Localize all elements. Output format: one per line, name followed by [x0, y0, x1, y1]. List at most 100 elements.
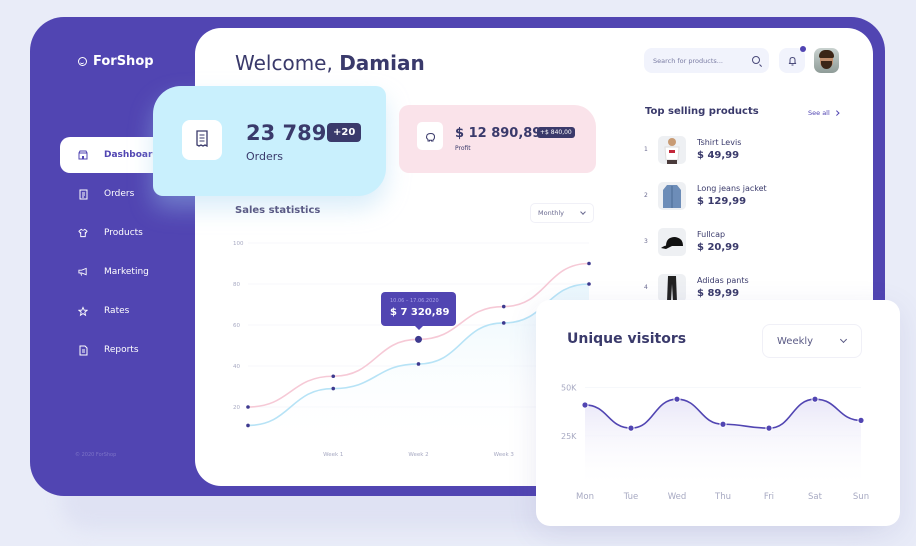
y-tick-label: 50K: [561, 384, 577, 393]
y-tick-label: 60: [233, 323, 240, 329]
data-point: [858, 417, 864, 423]
data-point: [582, 402, 588, 408]
profit-value: $ 12 890,89: [455, 126, 542, 141]
app-name: ForShop: [93, 54, 154, 69]
sales-period-value: Monthly: [538, 209, 565, 217]
notification-dot: [800, 46, 806, 52]
tooltip-value: $ 7 320,89: [390, 307, 450, 318]
copyright-text: © 2020 ForShop: [75, 452, 117, 458]
sidebar-item-marketing[interactable]: Marketing: [60, 254, 210, 290]
x-tick-label: Mon: [576, 492, 594, 502]
sales-chart-tooltip: 10.06 – 17.06.2020 $ 7 320,89: [381, 292, 456, 330]
visitors-chart: 50K 25K Mon Tue Wed Thu Fri Sat Sun: [561, 384, 869, 502]
visitors-period-value: Weekly: [777, 335, 814, 347]
welcome-prefix: Welcome,: [235, 51, 333, 75]
product-thumbnail-jacket: [658, 182, 686, 210]
search-icon[interactable]: [752, 56, 760, 64]
product-item[interactable]: 4 Adidas pants $ 89,99: [644, 272, 844, 300]
data-point: [416, 362, 421, 366]
profit-icon-box: [417, 122, 443, 150]
orders-label: Orders: [246, 150, 283, 163]
piggy-bank-icon: [425, 127, 436, 146]
sidebar-item-rates[interactable]: Rates: [60, 293, 210, 329]
megaphone-icon: [78, 267, 88, 278]
smile-logo-icon: [78, 57, 87, 66]
orders-icon-box: [182, 120, 222, 160]
product-item[interactable]: 1 Tshirt Levis $ 49,99: [644, 134, 844, 168]
y-tick-label: 100: [233, 241, 244, 247]
receipt-icon: [195, 129, 209, 151]
product-name: Fullcap: [697, 230, 726, 239]
y-tick-label: 80: [233, 282, 240, 288]
data-point: [501, 321, 506, 325]
sidebar-item-label: Orders: [104, 189, 135, 199]
product-name: Long jeans jacket: [697, 184, 767, 193]
x-tick-label: Fri: [764, 492, 774, 502]
search-input[interactable]: Search for products...: [644, 48, 769, 73]
data-point: [501, 304, 506, 309]
chevron-down-icon: [839, 335, 848, 344]
tshirt-icon: [78, 228, 88, 239]
avatar[interactable]: [814, 48, 839, 73]
x-tick-label: Week 1: [323, 452, 343, 458]
y-tick-label: 20: [233, 405, 240, 411]
profit-badge: +$ 840,00: [537, 127, 575, 138]
product-item[interactable]: 3 Fullcap $ 20,99: [644, 226, 844, 260]
sidebar-item-label: Products: [104, 228, 143, 238]
product-price: $ 129,99: [697, 196, 747, 207]
product-thumbnail-tshirt: [658, 136, 686, 164]
search-placeholder: Search for products...: [653, 56, 723, 65]
x-tick-label: Tue: [623, 492, 639, 502]
page-title: Welcome, Damian: [235, 51, 425, 75]
sidebar-item-products[interactable]: Products: [60, 215, 210, 251]
data-point: [674, 396, 680, 402]
sidebar-item-label: Reports: [104, 345, 139, 355]
x-tick-label: Week 2: [408, 452, 428, 458]
app-logo[interactable]: ForShop: [78, 54, 154, 69]
data-point: [766, 425, 772, 431]
data-point: [587, 282, 591, 286]
product-price: $ 89,99: [697, 288, 740, 299]
product-rank: 4: [644, 284, 648, 291]
product-price: $ 49,99: [697, 150, 740, 161]
store-icon: [78, 150, 88, 161]
x-tick-label: Sun: [853, 492, 869, 502]
product-rank: 1: [644, 146, 648, 153]
sidebar-item-label: Dashboard: [104, 150, 159, 160]
sales-statistics-title: Sales statistics: [235, 205, 321, 216]
y-tick-label: 25K: [561, 432, 577, 441]
data-point: [415, 335, 422, 343]
x-tick-label: Thu: [714, 492, 731, 502]
orders-value: 23 789: [246, 121, 327, 145]
chevron-down-icon: [580, 209, 586, 215]
data-point: [246, 405, 250, 409]
bell-icon: [788, 51, 797, 70]
product-price: $ 20,99: [697, 242, 740, 253]
sidebar-item-label: Marketing: [104, 267, 149, 277]
y-tick-label: 40: [233, 364, 240, 370]
star-icon: [78, 305, 88, 317]
product-name: Tshirt Levis: [697, 138, 742, 147]
report-icon: [78, 345, 88, 356]
data-point: [812, 396, 818, 402]
x-tick-label: Sat: [808, 492, 823, 502]
data-point: [331, 386, 336, 391]
sales-period-dropdown[interactable]: Monthly: [530, 203, 594, 223]
see-all-link[interactable]: See all: [808, 109, 830, 117]
data-point: [246, 423, 250, 428]
profit-label: Profit: [455, 145, 471, 152]
tooltip-range: 10.06 – 17.06.2020: [390, 298, 439, 304]
data-point: [587, 261, 591, 266]
sidebar-item-reports[interactable]: Reports: [60, 332, 210, 368]
data-point: [628, 425, 634, 431]
x-tick-label: Wed: [668, 492, 687, 502]
product-name: Adidas pants: [697, 276, 749, 285]
data-point: [720, 421, 726, 427]
product-item[interactable]: 2 Long jeans jacket $ 129,99: [644, 180, 844, 214]
top-products-title: Top selling products: [645, 106, 759, 117]
product-rank: 2: [644, 192, 648, 199]
data-point: [331, 374, 336, 379]
visitors-area: [585, 399, 861, 484]
x-tick-label: Week 3: [494, 452, 515, 458]
visitors-period-dropdown[interactable]: Weekly: [762, 324, 862, 358]
